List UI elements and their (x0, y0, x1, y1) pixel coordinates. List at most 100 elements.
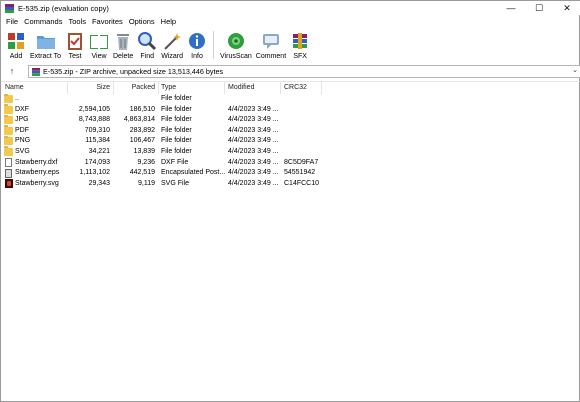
table-row[interactable]: Stawberry.svg 29,343 9,119 SVG File 4/4/… (1, 179, 580, 190)
column-header-crc32[interactable]: CRC32 (284, 84, 307, 91)
row-name: Stawberry.dxf (15, 158, 58, 166)
comment-label: Comment (255, 53, 287, 60)
row-size: 8,743,888 (78, 116, 110, 124)
test-clipboard-icon (65, 31, 85, 51)
archive-path-box[interactable]: E-535.zip - ZIP archive, unpacked size 1… (28, 65, 580, 78)
menu-favorites[interactable]: Favorites (89, 17, 126, 26)
extract-folder-icon (36, 31, 56, 51)
row-size: 29,343 (88, 179, 110, 187)
toolbar-separator (213, 31, 215, 59)
row-crc32: C14FCC10 (284, 179, 320, 187)
add-label: Add (9, 53, 23, 60)
test-button[interactable]: Test (65, 29, 85, 60)
menu-options[interactable]: Options (126, 17, 158, 26)
table-row[interactable]: SVG 34,221 13,839 File folder 4/4/2023 3… (1, 146, 580, 158)
row-type: File folder (161, 126, 192, 134)
row-name: Stawberry.eps (15, 169, 60, 177)
up-one-level-button[interactable]: ↑ (1, 64, 23, 78)
sfx-button[interactable]: SFX (290, 29, 310, 60)
view-button[interactable]: View (89, 29, 109, 60)
folder-icon (4, 104, 13, 114)
row-modified: 4/4/2023 3:49 ... (228, 179, 279, 187)
file-list-header: Name Size Packed Type Modified CRC32 (1, 82, 580, 94)
window-controls: — ☐ ✕ (497, 1, 580, 15)
row-type: File folder (161, 95, 192, 102)
archive-icon (32, 67, 40, 76)
row-name: PDF (15, 126, 29, 134)
row-packed: 9,119 (138, 179, 155, 187)
menu-help[interactable]: Help (158, 17, 179, 26)
column-header-packed[interactable]: Packed (132, 84, 155, 91)
title-bar: E-535.zip (evaluation copy) — ☐ ✕ (1, 1, 580, 15)
comment-icon (261, 31, 281, 51)
row-modified: 4/4/2023 3:49 ... (228, 169, 279, 177)
column-divider (158, 82, 159, 94)
find-label: Find (140, 53, 155, 60)
folder-icon (4, 93, 13, 103)
table-row[interactable]: PDF 709,310 283,892 File folder 4/4/2023… (1, 125, 580, 137)
table-row[interactable]: Stawberry.eps 1,113,102 442,519 Encapsul… (1, 168, 580, 179)
archive-path-text: E-535.zip - ZIP archive, unpacked size 1… (43, 67, 224, 76)
eps-file-icon (5, 168, 12, 178)
info-icon (187, 31, 207, 51)
window-title: E-535.zip (evaluation copy) (18, 3, 109, 13)
row-name: Stawberry.svg (15, 179, 59, 187)
delete-button[interactable]: Delete (113, 29, 133, 60)
row-packed: 442,519 (129, 169, 155, 177)
add-archive-icon (6, 31, 26, 51)
winrar-window: E-535.zip (evaluation copy) — ☐ ✕ File C… (0, 0, 580, 402)
column-header-modified[interactable]: Modified (228, 84, 254, 91)
virusscan-button[interactable]: VirusScan (220, 29, 252, 60)
row-size: 2,594,105 (78, 105, 110, 113)
winrar-app-icon (5, 3, 14, 13)
info-button[interactable]: Info (187, 29, 207, 60)
extract-to-button[interactable]: Extract To (30, 29, 61, 60)
row-crc32: 54551942 (284, 169, 316, 177)
wizard-wand-icon (162, 31, 182, 51)
column-header-type[interactable]: Type (161, 84, 176, 91)
column-header-name[interactable]: Name (5, 84, 24, 91)
chevron-down-icon[interactable]: ⌄ (572, 66, 578, 74)
table-row-parent[interactable]: .. File folder (1, 93, 580, 105)
menu-commands[interactable]: Commands (21, 17, 65, 26)
wizard-label: Wizard (161, 53, 184, 60)
find-button[interactable]: Find (137, 29, 157, 60)
row-packed: 9,236 (137, 158, 155, 166)
row-type: Encapsulated Post... (161, 169, 226, 177)
sfx-icon (290, 31, 310, 51)
row-packed: 283,892 (129, 126, 155, 134)
wizard-button[interactable]: Wizard (161, 29, 183, 60)
table-row[interactable]: DXF 2,594,105 186,510 File folder 4/4/20… (1, 104, 580, 116)
row-modified: 4/4/2023 3:49 ... (228, 126, 279, 134)
row-modified: 4/4/2023 3:49 ... (228, 158, 279, 166)
folder-icon (4, 135, 13, 146)
column-divider (113, 82, 114, 94)
column-header-size[interactable]: Size (96, 84, 110, 91)
menu-tools[interactable]: Tools (65, 17, 89, 26)
row-size: 174,093 (84, 158, 110, 166)
row-modified: 4/4/2023 3:49 ... (228, 137, 279, 145)
table-row[interactable]: Stawberry.dxf 174,093 9,236 DXF File 4/4… (1, 158, 580, 169)
virusscan-icon (226, 31, 246, 51)
column-divider (67, 82, 68, 94)
table-row[interactable]: PNG 115,384 106,467 File folder 4/4/2023… (1, 135, 580, 147)
info-label: Info (191, 53, 203, 60)
comment-button[interactable]: Comment (256, 29, 286, 60)
toolbar: Add Extract To Test View Delete Find Wiz… (1, 29, 580, 63)
maximize-button[interactable]: ☐ (525, 1, 553, 15)
row-packed: 106,467 (129, 137, 155, 145)
file-list[interactable]: Name Size Packed Type Modified CRC32 .. … (1, 81, 580, 402)
menu-file[interactable]: File (3, 17, 21, 26)
row-packed: 13,839 (133, 147, 155, 155)
row-size: 1,113,102 (79, 169, 110, 177)
add-button[interactable]: Add (6, 29, 26, 60)
minimize-button[interactable]: — (497, 1, 525, 15)
address-bar: ↑ E-535.zip - ZIP archive, unpacked size… (1, 64, 580, 78)
dxf-file-icon (5, 158, 12, 168)
row-type: File folder (161, 105, 192, 113)
table-row[interactable]: JPG 8,743,888 4,863,814 File folder 4/4/… (1, 114, 580, 126)
folder-icon (4, 125, 13, 135)
row-crc32: 8C5D9FA7 (284, 158, 319, 166)
close-button[interactable]: ✕ (553, 1, 580, 15)
folder-icon (4, 146, 13, 156)
